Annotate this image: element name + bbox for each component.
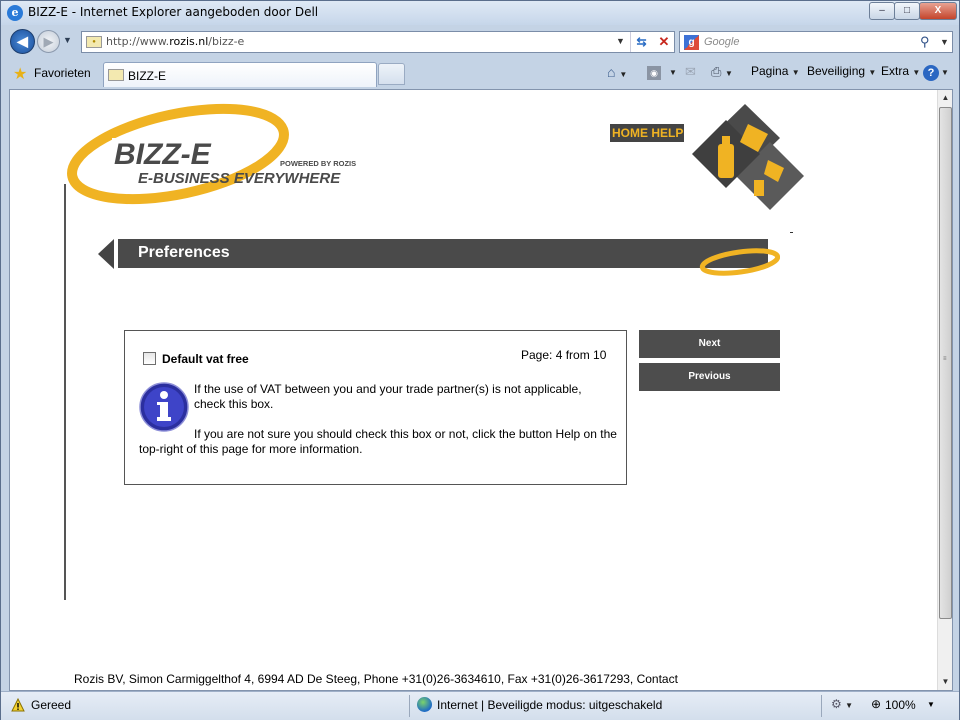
search-icon[interactable]: ⚲ (920, 34, 930, 50)
star-icon: ★ (13, 66, 28, 83)
pagina-menu[interactable]: Pagina ▼ (751, 64, 800, 78)
tab-bizz-e[interactable]: BIZZ-E (103, 62, 377, 87)
page-footer: Rozis BV, Simon Carmiggelthof 4, 6994 AD… (74, 672, 678, 686)
preferences-panel: Default vat free Page: 4 from 10 If the … (124, 330, 627, 485)
status-divider (409, 695, 410, 717)
page-indicator: Page: 4 from 10 (521, 348, 607, 362)
logo-powered-by: POWERED BY ROZIS (280, 159, 356, 168)
default-vat-free-label[interactable]: Default vat free (162, 352, 249, 366)
page-content: BIZZ-E E-BUSINESS EVERYWHERE POWERED BY … (9, 89, 953, 691)
search-input[interactable]: Google (704, 36, 739, 48)
refresh-button[interactable]: ⇆ (630, 32, 652, 52)
close-button[interactable]: X (919, 2, 957, 20)
zoom-icon[interactable]: ⊕ (871, 697, 881, 711)
print-icon[interactable]: ⎙ ▼ (711, 64, 733, 80)
vertical-scrollbar[interactable]: ▲ ≡ ▼ (937, 90, 952, 690)
maximize-button[interactable]: □ (894, 2, 920, 20)
beveiliging-menu[interactable]: Beveiliging ▼ (807, 64, 876, 78)
warning-icon (11, 698, 25, 712)
minimize-button[interactable]: – (869, 2, 895, 20)
zoom-level[interactable]: 100% (885, 698, 916, 712)
globe-icon (417, 697, 432, 712)
next-button[interactable]: Next (639, 330, 780, 358)
info-icon (139, 382, 189, 432)
protected-mode-icon[interactable]: ⚙ ▼ (831, 697, 853, 711)
favorites-label: Favorieten (34, 66, 91, 80)
info-text-help: If you are not sure you should check thi… (139, 427, 617, 456)
status-divider (821, 695, 822, 717)
logo-wordmark: BIZZ-E (114, 138, 212, 171)
new-tab-button[interactable] (378, 63, 405, 85)
stop-button[interactable]: ✕ (653, 32, 675, 52)
info-text-vat: If the use of VAT between you and your t… (194, 382, 582, 411)
search-options-dropdown-icon[interactable]: ▼ (940, 37, 949, 47)
feeds-dropdown-icon[interactable]: ▼ (669, 64, 677, 78)
tab-favicon (108, 69, 124, 81)
scroll-up-icon[interactable]: ▲ (938, 90, 952, 106)
internet-explorer-icon: e (7, 5, 23, 21)
header-swoosh-graphic (699, 248, 780, 276)
help-dropdown-icon[interactable]: ▼ (941, 64, 949, 78)
previous-button[interactable]: Previous (639, 363, 780, 391)
scroll-thumb[interactable]: ≡ (939, 107, 952, 619)
zoom-dropdown-icon[interactable]: ▼ (927, 700, 935, 709)
address-url[interactable]: http://www.rozis.nl/bizz-e (106, 35, 244, 48)
home-help-graphic[interactable] (680, 104, 810, 212)
status-text: Gereed (31, 698, 72, 712)
navigation-bar: ◀ ▶ ▼ ● http://www.rozis.nl/bizz-e ▼ ⇆ ✕… (1, 25, 959, 59)
security-zone-text[interactable]: Internet | Beveiligde modus: uitgeschake… (437, 698, 662, 712)
window-title: BIZZ-E - Internet Explorer aangeboden do… (28, 5, 319, 19)
recent-pages-dropdown-icon[interactable]: ▼ (63, 35, 72, 45)
feeds-icon[interactable]: ◉ (647, 66, 661, 80)
back-button[interactable]: ◀ (10, 29, 35, 54)
back-arrow-icon[interactable] (98, 239, 114, 269)
page-title: Preferences (138, 244, 230, 261)
mail-icon[interactable]: ✉ (685, 64, 696, 80)
address-bar[interactable]: ● http://www.rozis.nl/bizz-e ▼ ⇆ ✕ (81, 31, 675, 53)
command-bar: ★ Favorieten BIZZ-E ⌂ ▼ ◉ ▼ ✉ ⎙ ▼ Pagina… (1, 59, 959, 89)
status-bar: Gereed Internet | Beveiligde modus: uitg… (1, 691, 959, 720)
home-icon[interactable]: ⌂ ▼ (607, 64, 627, 80)
favorites-button[interactable]: ★ Favorieten (9, 62, 99, 84)
page-favicon: ● (86, 36, 102, 48)
forward-button[interactable]: ▶ (37, 30, 60, 53)
default-vat-free-checkbox[interactable] (143, 352, 156, 365)
title-bar: e BIZZ-E - Internet Explorer aangeboden … (1, 1, 959, 25)
scroll-grip-icon: ≡ (943, 356, 947, 362)
browser-window: e BIZZ-E - Internet Explorer aangeboden … (0, 0, 960, 720)
decorative-dash (790, 232, 793, 233)
address-dropdown-icon[interactable]: ▼ (616, 36, 625, 46)
logo-tagline: E-BUSINESS EVERYWHERE (138, 170, 341, 187)
help-icon[interactable]: ? (923, 65, 939, 81)
search-box[interactable]: g Google ⚲ ▼ (679, 31, 953, 53)
tab-title: BIZZ-E (128, 69, 166, 83)
google-icon: g (684, 35, 699, 50)
extra-menu[interactable]: Extra ▼ (881, 64, 920, 78)
home-help-link[interactable]: HOME HELP (612, 126, 683, 140)
scroll-down-icon[interactable]: ▼ (938, 674, 952, 690)
vertical-divider (64, 184, 66, 600)
bizz-e-logo[interactable]: BIZZ-E E-BUSINESS EVERYWHERE POWERED BY … (60, 92, 370, 212)
